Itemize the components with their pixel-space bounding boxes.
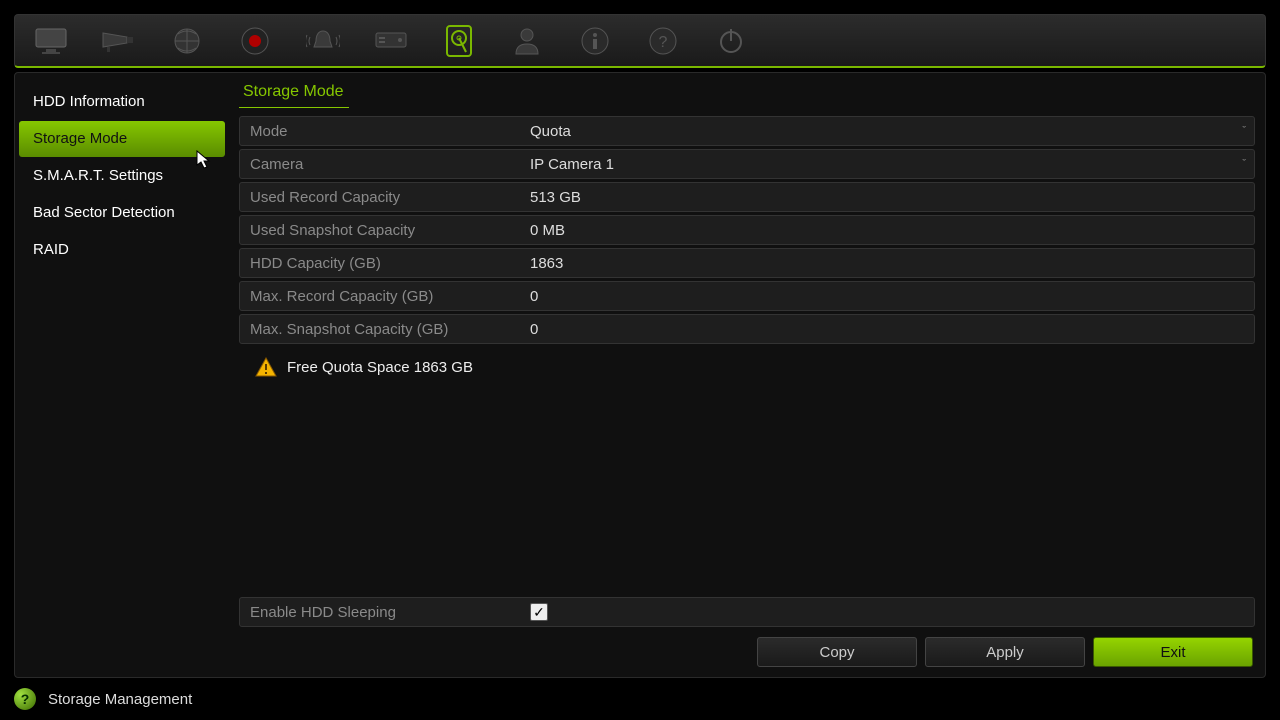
used-snapshot-row: Used Snapshot Capacity 0 MB <box>239 215 1255 245</box>
network-icon[interactable] <box>167 21 207 61</box>
top-toolbar: ? <box>14 14 1266 68</box>
chevron-down-icon: ˇ <box>1242 125 1246 137</box>
monitor-icon[interactable] <box>31 21 71 61</box>
used-snapshot-label: Used Snapshot Capacity <box>240 216 520 244</box>
button-bar: Copy Apply Exit <box>239 637 1255 667</box>
help-icon[interactable]: ? <box>14 688 36 710</box>
main-panel: Storage Mode Mode Quotaˇ Camera IP Camer… <box>229 73 1265 677</box>
camera-label: Camera <box>240 150 520 178</box>
hdd-capacity-label: HDD Capacity (GB) <box>240 249 520 277</box>
max-record-label: Max. Record Capacity (GB) <box>240 282 520 310</box>
svg-text:?: ? <box>659 34 668 51</box>
mode-label: Mode <box>240 117 520 145</box>
chevron-down-icon: ˇ <box>1242 158 1246 170</box>
free-quota-text: Free Quota Space 1863 GB <box>287 359 473 376</box>
footer-bar: ? Storage Management <box>14 686 1266 712</box>
warning-icon <box>255 357 277 377</box>
record-icon[interactable] <box>235 21 275 61</box>
exit-button[interactable]: Exit <box>1093 637 1253 667</box>
camera-icon[interactable] <box>99 21 139 61</box>
max-record-input[interactable]: Max. Record Capacity (GB) 0 <box>239 281 1255 311</box>
sidebar-item-raid[interactable]: RAID <box>19 232 225 268</box>
info-icon[interactable] <box>575 21 615 61</box>
enable-hdd-sleeping-row: Enable HDD Sleeping ✓ <box>239 597 1255 627</box>
alarm-icon[interactable] <box>303 21 343 61</box>
page-title: Storage Mode <box>239 79 349 108</box>
copy-button[interactable]: Copy <box>757 637 917 667</box>
sidebar-item-hdd-information[interactable]: HDD Information <box>19 84 225 120</box>
hdd-capacity-row: HDD Capacity (GB) 1863 <box>239 248 1255 278</box>
enable-hdd-sleeping-checkbox[interactable]: ✓ <box>530 603 548 621</box>
used-snapshot-value: 0 MB <box>520 216 1254 244</box>
power-icon[interactable] <box>711 21 751 61</box>
user-icon[interactable] <box>507 21 547 61</box>
sidebar: HDD Information Storage Mode S.M.A.R.T. … <box>15 73 229 677</box>
max-snapshot-label: Max. Snapshot Capacity (GB) <box>240 315 520 343</box>
footer-title: Storage Management <box>48 691 192 708</box>
free-quota-line: Free Quota Space 1863 GB <box>239 347 1255 377</box>
help-top-icon[interactable]: ? <box>643 21 683 61</box>
device-icon[interactable] <box>371 21 411 61</box>
enable-hdd-sleeping-label: Enable HDD Sleeping <box>240 598 520 626</box>
hdd-icon[interactable] <box>439 21 479 61</box>
max-record-value: 0 <box>520 282 1254 310</box>
hdd-capacity-value: 1863 <box>520 249 1254 277</box>
camera-select[interactable]: Camera IP Camera 1ˇ <box>239 149 1255 179</box>
max-snapshot-value: 0 <box>520 315 1254 343</box>
mode-select[interactable]: Mode Quotaˇ <box>239 116 1255 146</box>
used-record-label: Used Record Capacity <box>240 183 520 211</box>
apply-button[interactable]: Apply <box>925 637 1085 667</box>
max-snapshot-input[interactable]: Max. Snapshot Capacity (GB) 0 <box>239 314 1255 344</box>
sidebar-item-bad-sector-detection[interactable]: Bad Sector Detection <box>19 195 225 231</box>
mode-value: Quotaˇ <box>520 117 1254 145</box>
camera-value: IP Camera 1ˇ <box>520 150 1254 178</box>
used-record-value: 513 GB <box>520 183 1254 211</box>
sidebar-item-smart-settings[interactable]: S.M.A.R.T. Settings <box>19 158 225 194</box>
sidebar-item-storage-mode[interactable]: Storage Mode <box>19 121 225 157</box>
used-record-row: Used Record Capacity 513 GB <box>239 182 1255 212</box>
